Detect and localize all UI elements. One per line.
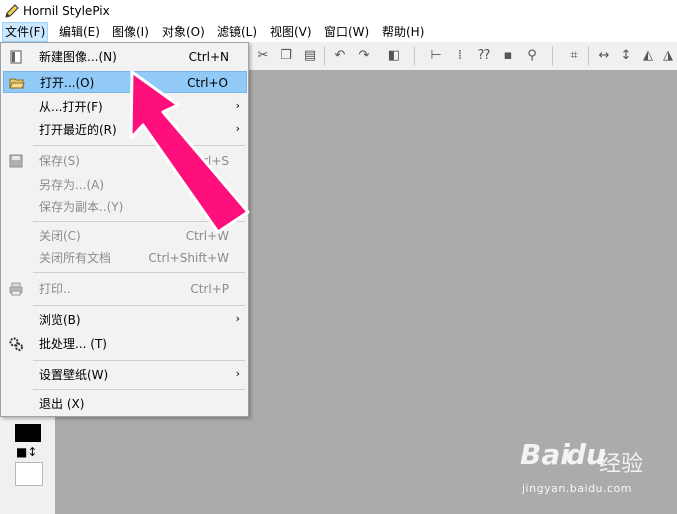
baidu-jingyan-watermark: Bai du 经验 jingyan.baidu.com <box>520 438 670 498</box>
watermark-url: jingyan.baidu.com <box>522 482 633 495</box>
annotation-arrow <box>129 70 250 234</box>
watermark-cn: 经验 <box>599 452 644 477</box>
watermark-logo: Bai <box>520 438 570 471</box>
